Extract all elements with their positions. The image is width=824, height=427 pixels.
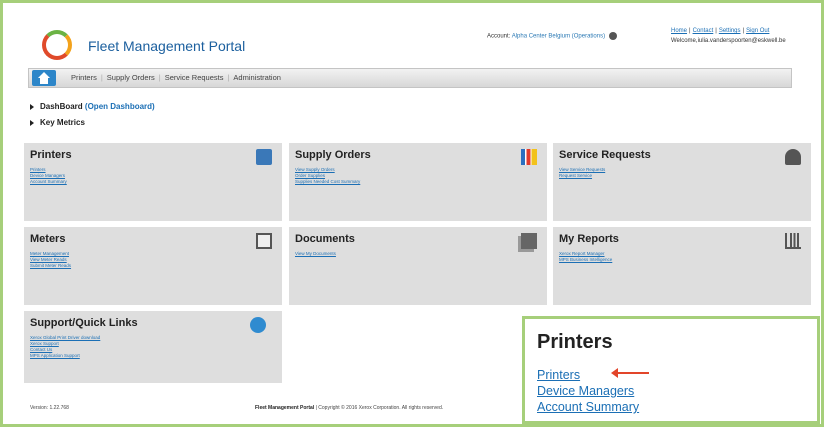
sign-out-link[interactable]: Sign Out — [746, 28, 769, 34]
version-text: Version: 1.22.768 — [30, 405, 69, 411]
supplies-cost-summary-link[interactable]: Supplies Needed Cost Summary — [295, 179, 360, 185]
tile-documents: Documents View My Documents — [289, 227, 547, 305]
tile-service-requests: Service Requests View Service Requests R… — [553, 143, 811, 221]
tile-title: Meters — [30, 233, 66, 245]
main-nav: Printers | Supply Orders | Service Requests |… — [28, 68, 792, 88]
key-metrics-expander[interactable]: Key Metrics — [30, 118, 85, 127]
tile-my-reports: My Reports Xerox Report Manager MPS Busi… — [553, 227, 811, 305]
nav-administration[interactable]: Administration — [233, 73, 281, 82]
contact-link[interactable]: Contact — [693, 28, 714, 34]
business-intelligence-link[interactable]: MPS Business Intelligence — [559, 257, 612, 263]
nav-divider: | — [227, 73, 230, 82]
meter-icon — [256, 233, 272, 249]
account-name[interactable]: Alpha Center Belgium (Operations) — [512, 34, 605, 40]
welcome-text: Welcome,iulia.vanderspoorten@eskwell.be — [671, 38, 786, 44]
portal-title: Fleet Management Portal — [88, 38, 246, 54]
nav-printers[interactable]: Printers — [71, 73, 97, 82]
tile-support-quick-links: Support/Quick Links Xerox Global Print D… — [24, 311, 282, 383]
nav-service-requests[interactable]: Service Requests — [165, 73, 224, 82]
technician-icon — [785, 149, 801, 165]
application-support-link[interactable]: MPS Application Support — [30, 353, 100, 359]
home-icon[interactable] — [32, 70, 56, 86]
expand-arrow-icon[interactable] — [30, 103, 34, 110]
dashboard-expander[interactable]: DashBoard (Open Dashboard) — [30, 102, 155, 111]
tile-title: Printers — [30, 149, 72, 161]
account-info: Account: Alpha Center Belgium (Operation… — [487, 32, 617, 40]
footer-copyright: | Copyright © 2016 Xerox Corporation. Al… — [315, 405, 444, 411]
zoom-printers-link[interactable]: Printers — [537, 367, 639, 383]
dashboard-label: DashBoard — [40, 102, 83, 111]
globe-icon — [250, 317, 266, 333]
tile-printers: Printers Printers Device Managers Accoun… — [24, 143, 282, 221]
zoom-title: Printers — [537, 331, 613, 353]
account-summary-link[interactable]: Account Summary — [30, 179, 67, 185]
key-metrics-label: Key Metrics — [40, 118, 85, 127]
nav-supply-orders[interactable]: Supply Orders — [107, 73, 155, 82]
portal-header: Fleet Management Portal Account: Alpha C… — [30, 26, 820, 66]
toner-icon — [521, 149, 537, 165]
bar-chart-icon — [785, 233, 801, 249]
tile-title: Documents — [295, 233, 355, 245]
copyright-text: Fleet Management Portal | Copyright © 20… — [255, 405, 443, 411]
tile-title: Service Requests — [559, 149, 651, 161]
home-link[interactable]: Home — [671, 28, 687, 34]
user-icon[interactable] — [608, 32, 617, 40]
tile-title: Support/Quick Links — [30, 317, 138, 329]
settings-link[interactable]: Settings — [719, 28, 741, 34]
tile-supply-orders: Supply Orders View Supply Orders Order S… — [289, 143, 547, 221]
nav-divider: | — [100, 73, 103, 82]
tile-title: Supply Orders — [295, 149, 371, 161]
printer-icon — [256, 149, 272, 165]
tile-title: My Reports — [559, 233, 619, 245]
account-label: Account: — [487, 33, 511, 40]
top-links: Home | Contact | Settings | Sign Out — [671, 28, 769, 34]
request-service-link[interactable]: Request Service — [559, 173, 605, 179]
tile-meters: Meters Meter Management View Meter Reads… — [24, 227, 282, 305]
submit-meter-reads-link[interactable]: Submit Meter Reads — [30, 263, 71, 269]
pointer-arrow-icon — [611, 368, 649, 378]
footer-portal-name: Fleet Management Portal — [255, 405, 315, 411]
open-dashboard-link[interactable]: (Open Dashboard) — [85, 102, 155, 111]
view-my-documents-link[interactable]: View My Documents — [295, 251, 336, 257]
documents-icon — [521, 233, 537, 249]
zoom-callout-printers: Printers Printers Device Managers Accoun… — [522, 316, 820, 424]
zoom-account-summary-link[interactable]: Account Summary — [537, 399, 639, 415]
zoom-device-managers-link[interactable]: Device Managers — [537, 383, 639, 399]
expand-arrow-icon[interactable] — [30, 119, 34, 126]
nav-divider: | — [158, 73, 161, 82]
portal-logo — [42, 30, 72, 60]
